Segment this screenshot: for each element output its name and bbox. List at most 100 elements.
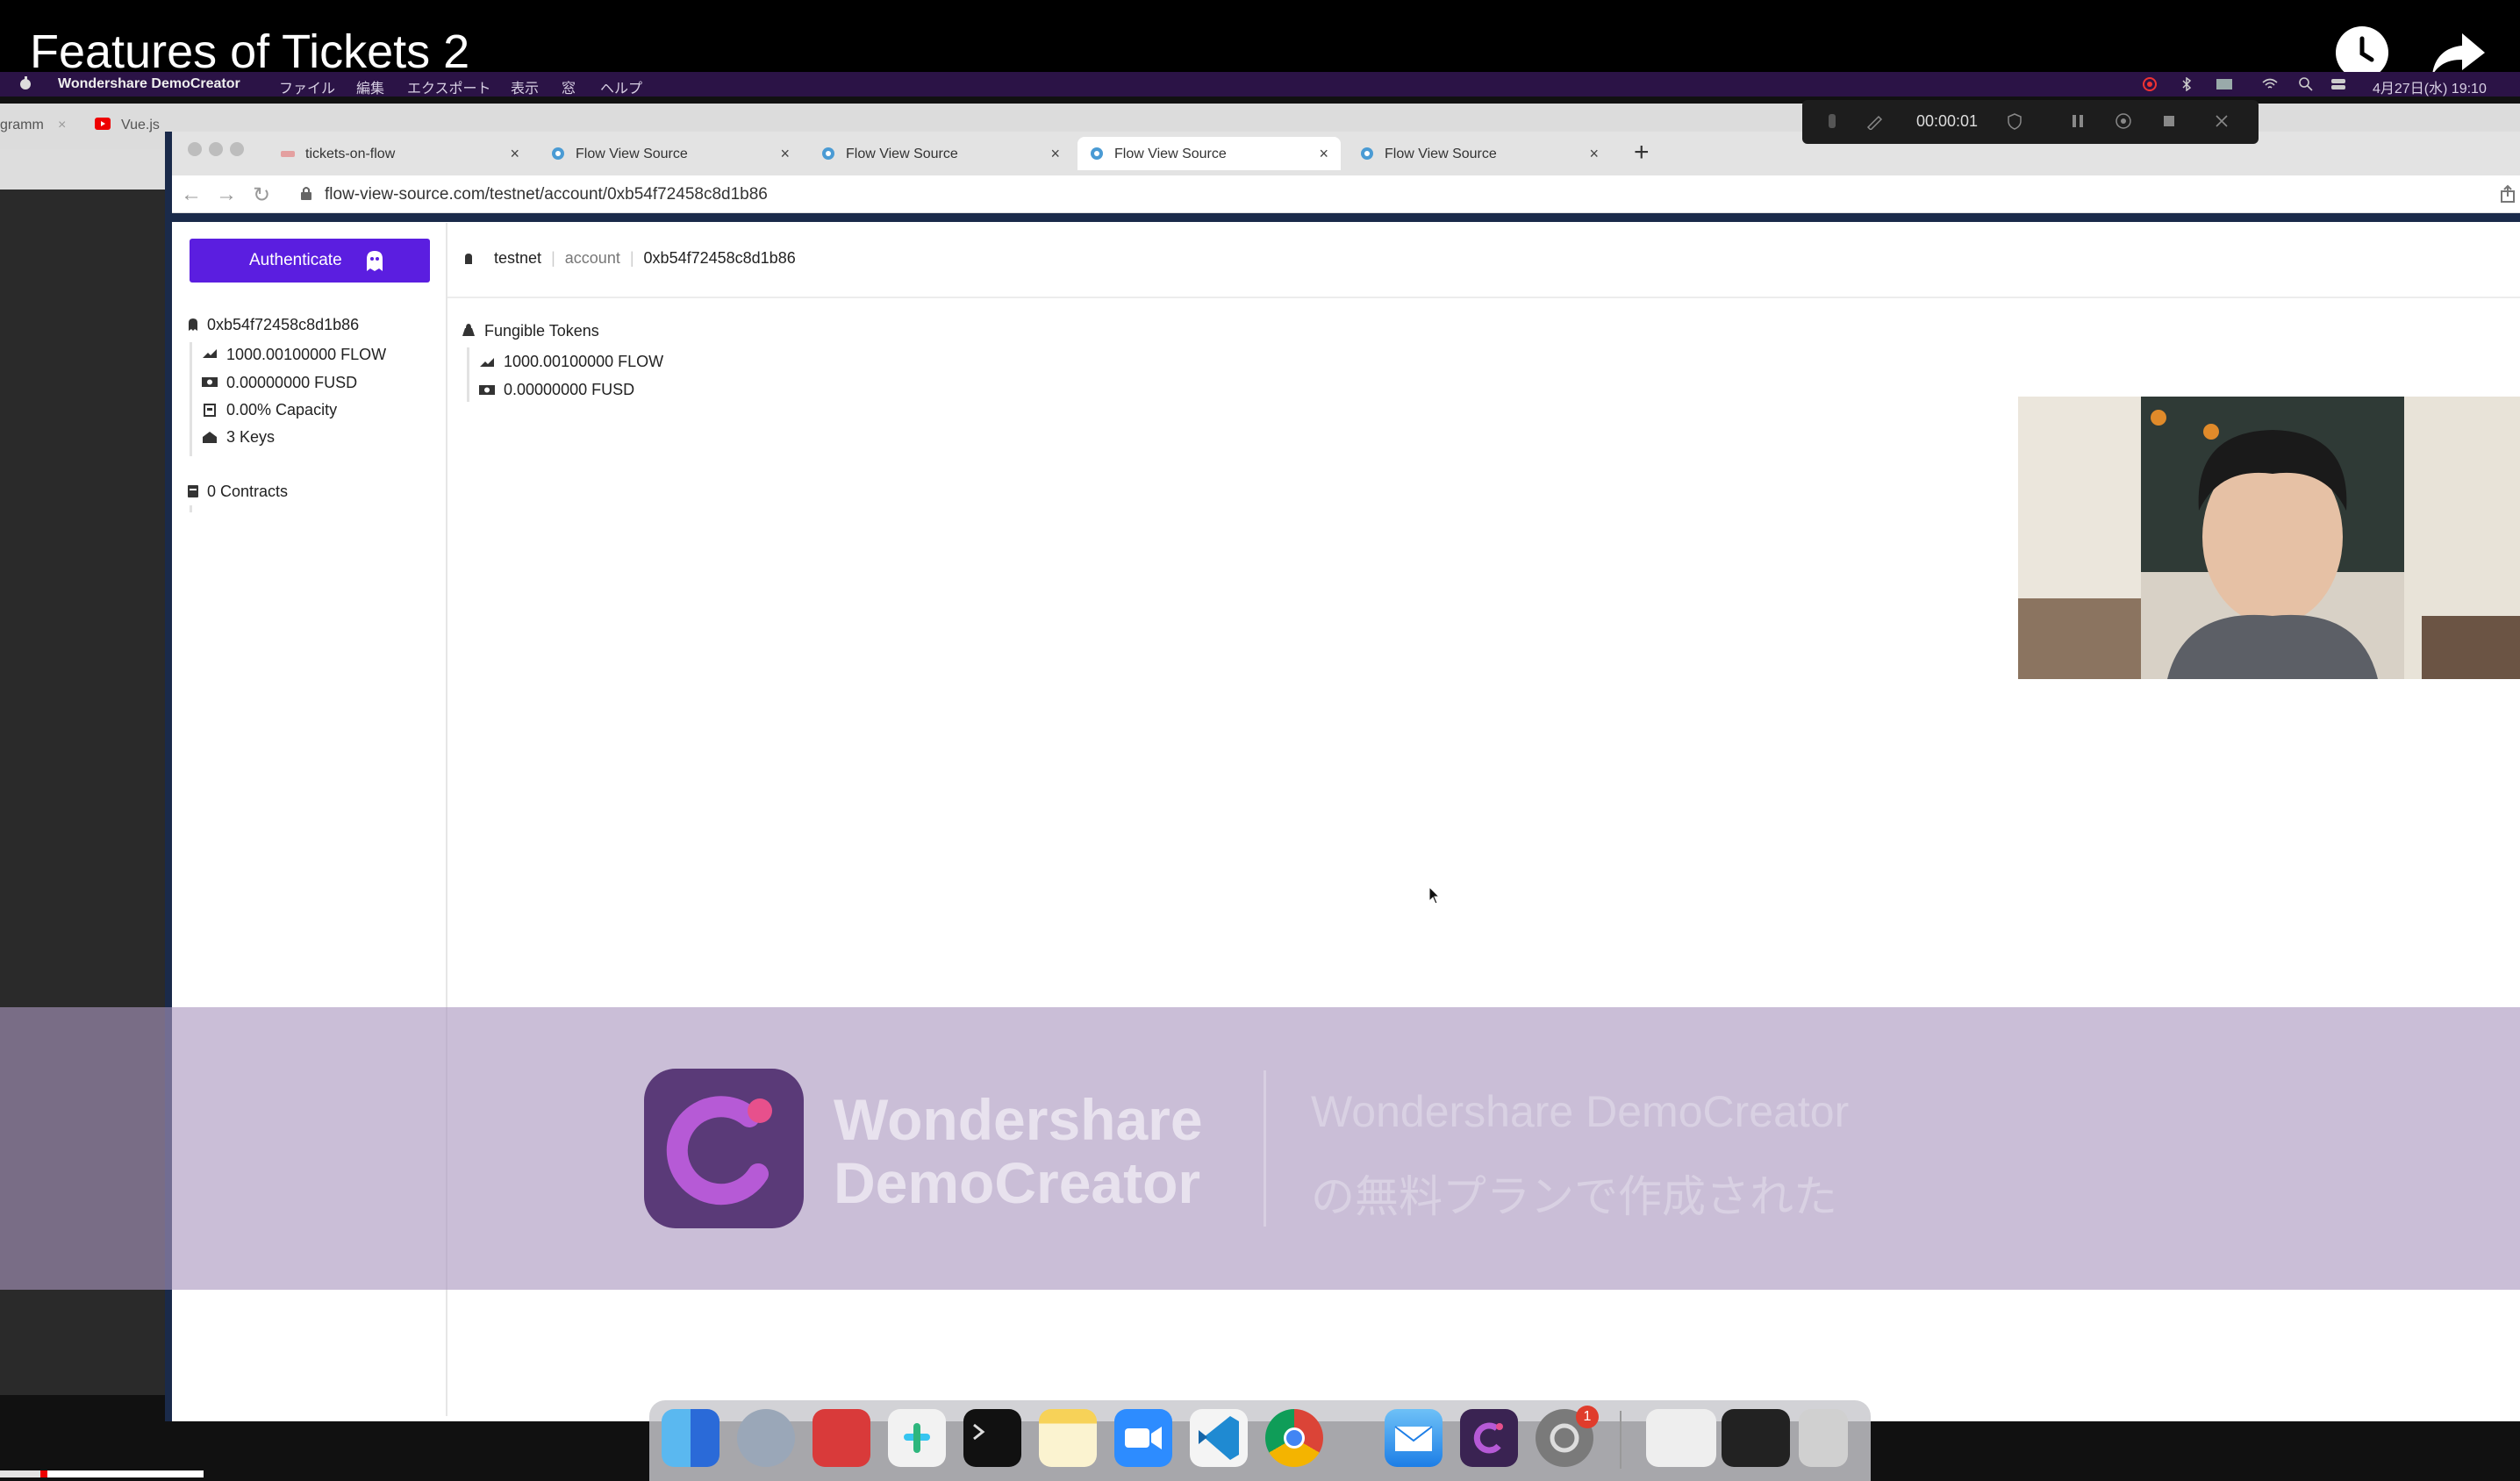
input-flag-icon[interactable] xyxy=(2216,77,2232,91)
tree-line xyxy=(467,347,469,402)
background-tab[interactable]: gramm xyxy=(0,118,44,133)
tickets-favicon xyxy=(281,147,295,161)
mail-icon[interactable] xyxy=(1385,1409,1443,1467)
menu-export[interactable]: エクスポート xyxy=(407,76,491,97)
contracts-icon xyxy=(186,484,200,498)
watermark-divider xyxy=(1264,1070,1266,1227)
tab-close-icon[interactable]: × xyxy=(1050,145,1060,163)
zoom-icon[interactable] xyxy=(1114,1409,1172,1467)
terminal-icon[interactable] xyxy=(963,1409,1021,1467)
menu-app-name[interactable]: Wondershare DemoCreator xyxy=(58,76,240,92)
quicktime-icon[interactable] xyxy=(737,1409,795,1467)
chrome-icon[interactable] xyxy=(1265,1409,1323,1467)
macos-menu-bar: Wondershare DemoCreator ファイル 編集 エクスポート 表… xyxy=(0,72,2520,97)
notes-icon[interactable] xyxy=(1039,1409,1097,1467)
flow-token-icon xyxy=(479,356,494,370)
back-icon[interactable]: ← xyxy=(181,182,202,207)
democreator-icon[interactable] xyxy=(1460,1409,1518,1467)
camera-icon[interactable] xyxy=(2115,112,2132,130)
keys-icon xyxy=(202,430,217,444)
video-title[interactable]: Features of Tickets 2 xyxy=(30,25,469,79)
control-center-icon[interactable] xyxy=(2330,77,2345,91)
pen-icon[interactable] xyxy=(1865,112,1883,132)
window-close-button[interactable] xyxy=(188,142,202,156)
trash-icon[interactable] xyxy=(1799,1409,1848,1467)
spotlight-icon[interactable] xyxy=(2299,77,2313,91)
recorder-toolbar: 00:00:01 xyxy=(1802,100,2259,144)
tab-flow-view-source-active[interactable]: Flow View Source × xyxy=(1077,137,1341,170)
window-minimize-button[interactable] xyxy=(209,142,223,156)
watermark-subtitle-line1: Wondershare DemoCreator xyxy=(1311,1087,1850,1136)
menu-view[interactable]: 表示 xyxy=(511,76,539,97)
account-icon xyxy=(186,318,200,332)
minimized-window-icon[interactable] xyxy=(1646,1409,1716,1467)
tab-tickets-on-flow[interactable]: tickets-on-flow × xyxy=(268,137,532,170)
fungible-fusd-balance[interactable]: 0.00000000 FUSD xyxy=(504,381,634,399)
authenticate-button[interactable]: Authenticate xyxy=(190,239,430,283)
authenticate-label: Authenticate xyxy=(249,251,342,269)
minimized-window-icon[interactable] xyxy=(1722,1409,1790,1467)
tab-label: tickets-on-flow xyxy=(305,147,396,161)
storage-capacity[interactable]: 0.00% Capacity xyxy=(226,401,337,419)
breadcrumb-section[interactable]: account xyxy=(565,249,620,267)
tab-close-icon[interactable]: × xyxy=(780,145,790,163)
keys-count[interactable]: 3 Keys xyxy=(226,428,275,447)
reload-icon[interactable]: ↻ xyxy=(253,182,270,208)
video-progress-played xyxy=(40,1470,47,1477)
window-zoom-button[interactable] xyxy=(230,142,244,156)
flow-favicon xyxy=(1360,147,1374,161)
breadcrumb-address[interactable]: 0xb54f72458c8d1b86 xyxy=(644,249,796,267)
tab-close-icon[interactable]: × xyxy=(1319,145,1328,163)
webcam-overlay xyxy=(2018,397,2520,679)
background-tab[interactable]: Vue.js xyxy=(121,118,160,133)
breadcrumb: testnet | account | 0xb54f72458c8d1b86 xyxy=(463,249,796,269)
tab-close-icon[interactable]: × xyxy=(1589,145,1599,163)
menu-datetime[interactable]: 4月27日(水) 19:10 xyxy=(2373,76,2487,97)
forward-icon[interactable]: → xyxy=(216,182,237,207)
page-share-icon[interactable] xyxy=(2499,184,2516,204)
watch-later-icon[interactable] xyxy=(2336,26,2388,79)
bluetooth-icon[interactable] xyxy=(2180,76,2194,92)
flow-favicon xyxy=(551,147,565,161)
storage-icon xyxy=(204,403,218,417)
wifi-icon[interactable] xyxy=(2262,77,2278,91)
new-tab-button[interactable]: + xyxy=(1634,138,1650,168)
video-progress-buffered xyxy=(40,1470,204,1477)
window-divider xyxy=(172,213,2520,222)
contracts-count[interactable]: 0 Contracts xyxy=(207,483,288,501)
pause-icon[interactable] xyxy=(2069,112,2087,130)
breadcrumb-network[interactable]: testnet xyxy=(494,249,541,267)
recorder-drag-icon[interactable] xyxy=(1823,112,1841,130)
menu-file[interactable]: ファイル xyxy=(279,76,335,97)
record-status-icon[interactable] xyxy=(2143,77,2157,91)
slack-icon[interactable] xyxy=(888,1409,946,1467)
flow-balance[interactable]: 1000.00100000 FLOW xyxy=(226,346,386,364)
tab-flow-view-source[interactable]: Flow View Source × xyxy=(809,137,1072,170)
background-tab-close[interactable]: × xyxy=(58,118,66,133)
shield-icon[interactable] xyxy=(2006,112,2023,130)
menu-window[interactable]: 窓 xyxy=(562,76,576,97)
fusd-balance[interactable]: 0.00000000 FUSD xyxy=(226,374,357,392)
menu-edit[interactable]: 編集 xyxy=(356,76,384,97)
fungible-flow-balance[interactable]: 1000.00100000 FLOW xyxy=(504,353,663,371)
finder-icon[interactable] xyxy=(662,1409,719,1467)
header-divider xyxy=(447,297,2520,298)
stop-icon[interactable] xyxy=(2160,112,2178,130)
close-icon[interactable] xyxy=(2213,112,2230,130)
lock-icon xyxy=(300,186,312,200)
tab-close-icon[interactable]: × xyxy=(510,145,519,163)
recording-timer: 00:00:01 xyxy=(1916,112,1979,130)
account-address[interactable]: 0xb54f72458c8d1b86 xyxy=(207,316,359,334)
address-bar[interactable]: flow-view-source.com/testnet/account/0xb… xyxy=(325,185,768,204)
menu-help[interactable]: ヘルプ xyxy=(600,76,642,97)
vscode-icon[interactable] xyxy=(1190,1409,1248,1467)
apple-icon[interactable] xyxy=(19,76,32,95)
notification-badge: 1 xyxy=(1576,1406,1599,1428)
tab-flow-view-source[interactable]: Flow View Source × xyxy=(539,137,802,170)
cash-icon xyxy=(479,383,495,397)
tab-flow-view-source[interactable]: Flow View Source × xyxy=(1348,137,1611,170)
tab-label: Flow View Source xyxy=(1385,147,1497,161)
ghost-icon xyxy=(365,250,384,273)
tab-label: Flow View Source xyxy=(576,147,688,161)
photo-booth-icon[interactable] xyxy=(813,1409,870,1467)
